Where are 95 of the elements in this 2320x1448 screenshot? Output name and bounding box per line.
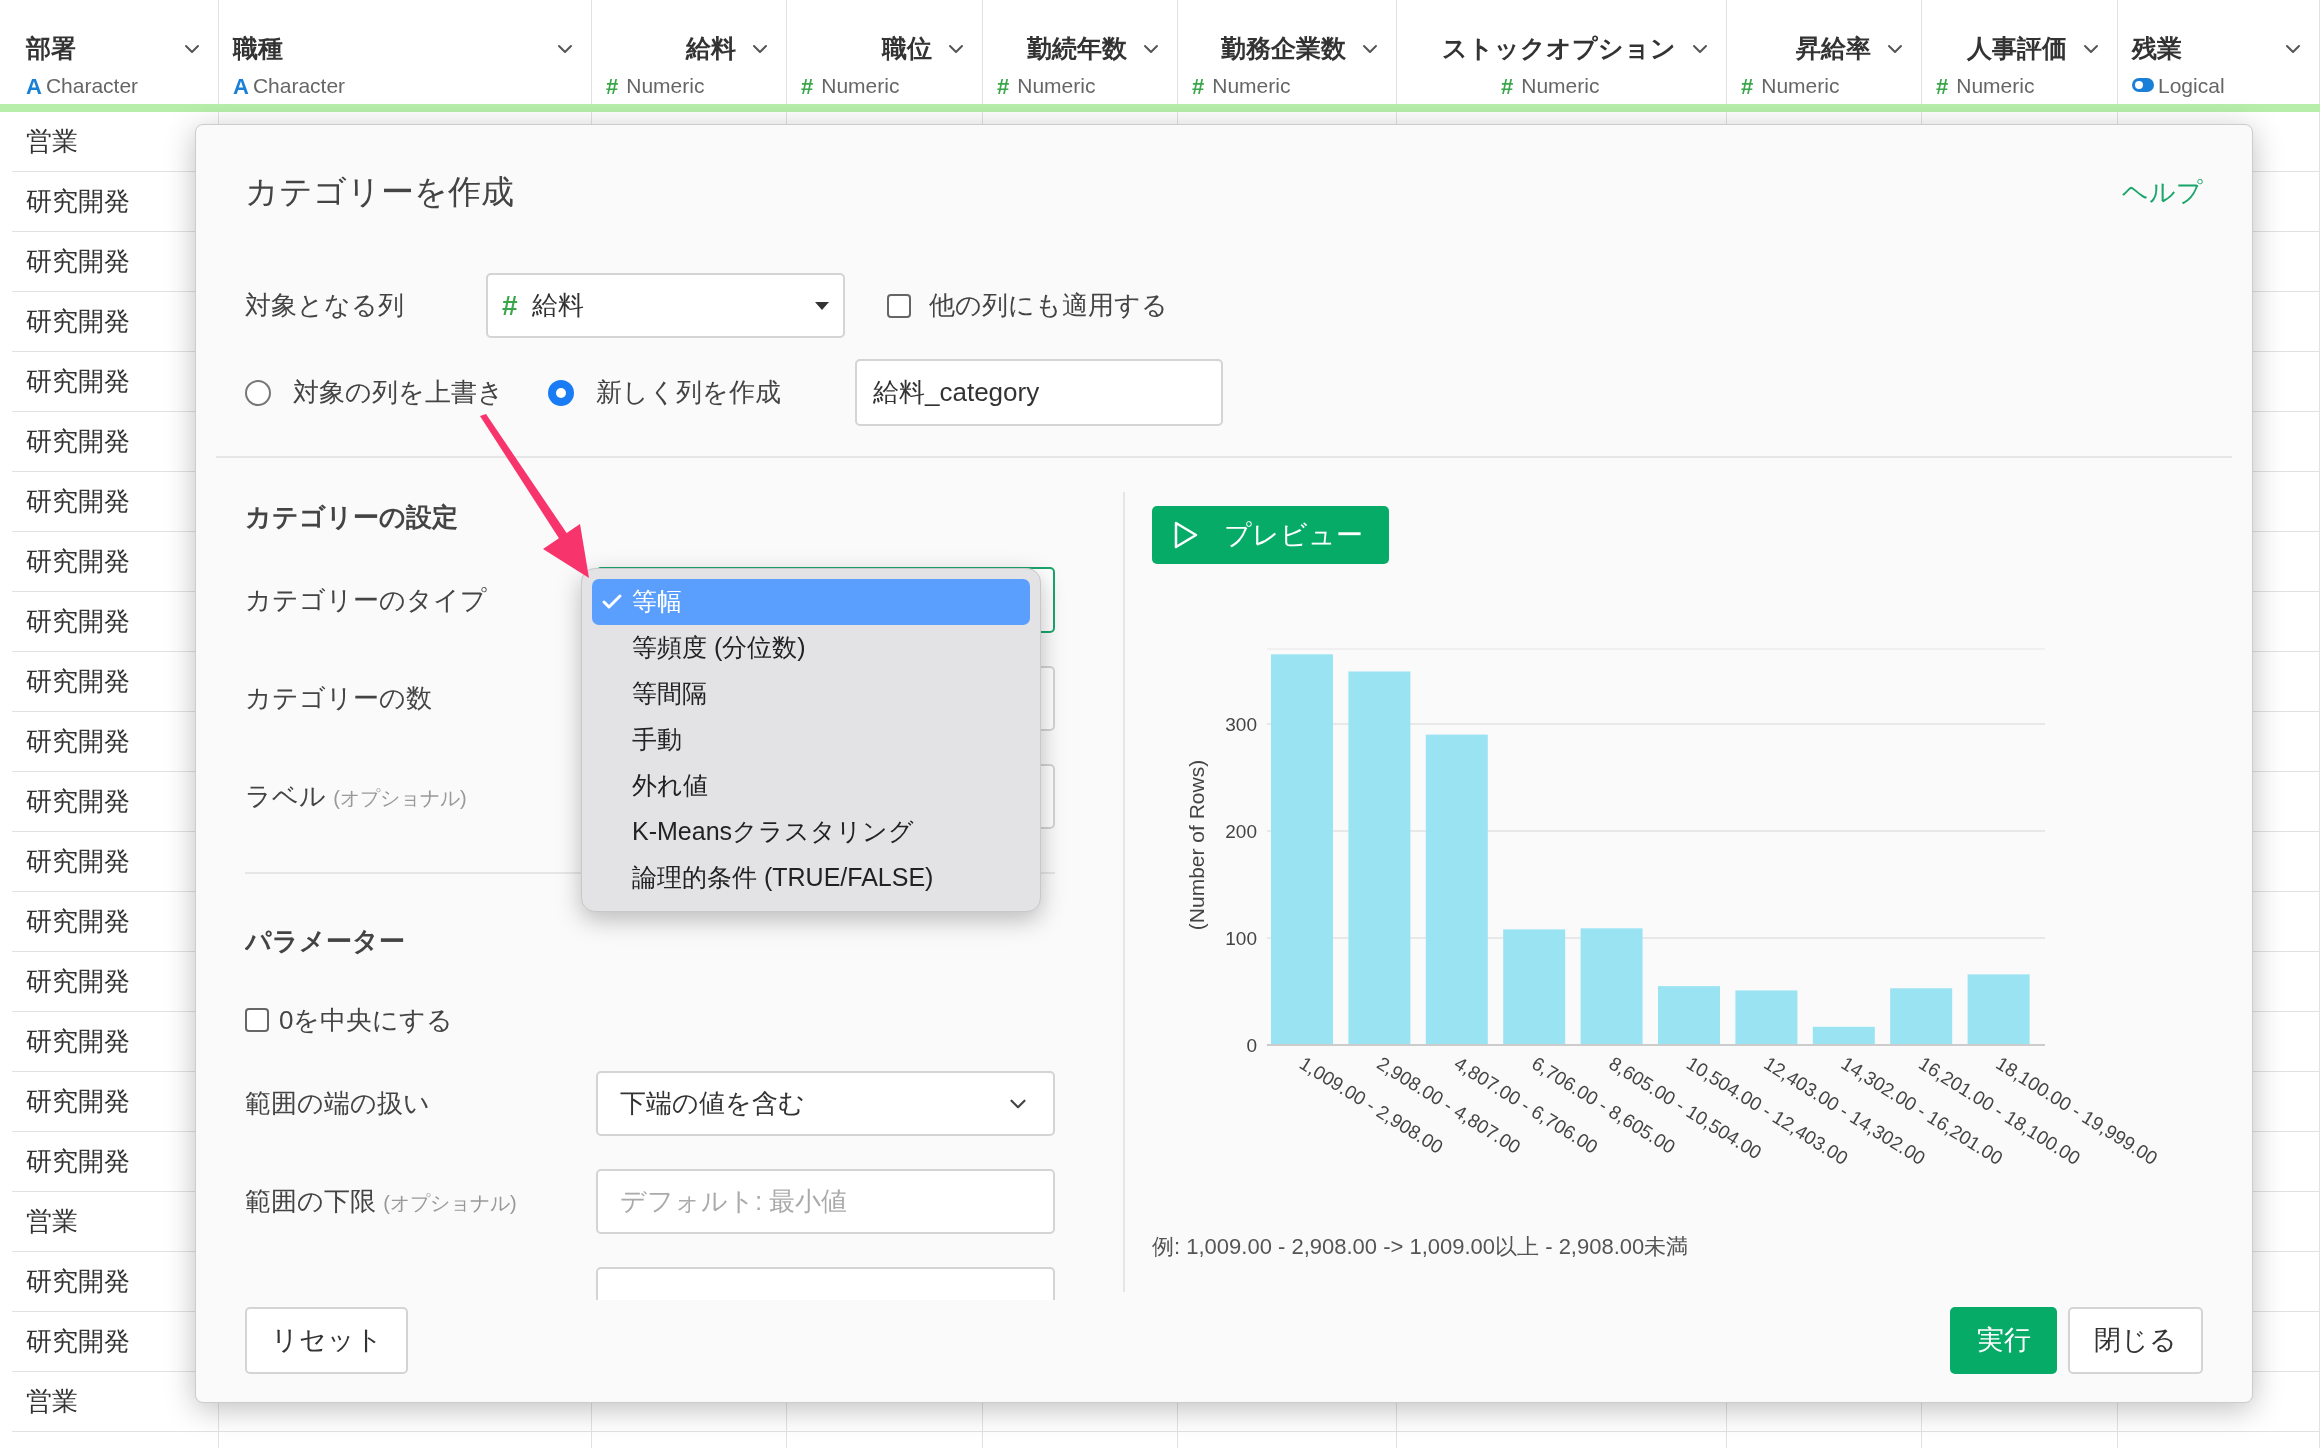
- column-type: Logical: [2158, 72, 2225, 99]
- number-type-icon: #: [606, 69, 619, 103]
- table-cell-text: 研究開発: [26, 905, 130, 938]
- menu-item[interactable]: 外れ値: [592, 763, 1030, 809]
- table-cell-text: 研究開発: [26, 1145, 130, 1178]
- column-name: 人事評価: [1966, 33, 2068, 64]
- radio-button[interactable]: [548, 379, 574, 406]
- table-cell-text: 研究開発: [26, 365, 130, 398]
- column-name: 昇給率: [1795, 33, 1872, 64]
- menu-item[interactable]: 等頻度 (分位数): [592, 625, 1030, 671]
- dialog-title: カテゴリーを作成: [245, 172, 514, 213]
- tick-label: 200: [1225, 820, 1257, 842]
- table-cell-text: 研究開発: [26, 605, 130, 638]
- section-heading: カテゴリーの設定: [245, 501, 459, 534]
- table-cell-text: 研究開発: [26, 1025, 130, 1058]
- field-label: 対象となる列: [245, 289, 405, 322]
- chart-bar: [1967, 974, 2030, 1045]
- text-type-icon: A: [26, 69, 42, 103]
- column-name: 勤続年数: [1026, 33, 1128, 64]
- checkbox-label: 他の列にも適用する: [929, 289, 1168, 322]
- table-cell-text: 研究開発: [26, 965, 130, 998]
- edge-select[interactable]: 下端の値を含む: [596, 1071, 1055, 1136]
- select-value: 給料: [531, 289, 585, 322]
- number-type-icon: #: [1936, 69, 1949, 103]
- lower-bound-field[interactable]: デフォルト: 最小値: [596, 1168, 1055, 1234]
- menu-item[interactable]: K-Meansクラスタリング: [592, 809, 1030, 855]
- number-type-icon: #: [502, 284, 518, 327]
- field-label: 範囲の下限 (オプショナル): [245, 1184, 518, 1218]
- column-type: Numeric: [626, 73, 705, 100]
- table-cell-text: 研究開発: [26, 845, 130, 878]
- tick-label: 300: [1225, 713, 1257, 735]
- column-type: Character: [252, 73, 346, 100]
- chart-bar: [1890, 988, 1953, 1045]
- column-type: Numeric: [1521, 73, 1600, 100]
- radio-label: 対象の列を上書き: [293, 376, 504, 409]
- field-label: カテゴリーの数: [245, 682, 433, 715]
- table-cell-text: 営業: [26, 1205, 78, 1238]
- tick-label: 100: [1225, 927, 1257, 949]
- close-button[interactable]: 閉じる: [2068, 1307, 2203, 1374]
- select-value: 下端の値を含む: [620, 1087, 805, 1120]
- field-label: カテゴリーのタイプ: [245, 583, 488, 617]
- table-cell-text: 研究開発: [26, 305, 130, 338]
- menu-item[interactable]: 論理的条件 (TRUE/FALSE): [592, 855, 1030, 901]
- axis-label: (Number of Rows): [1185, 759, 1208, 931]
- menu-item[interactable]: 等間隔: [592, 671, 1030, 717]
- text-type-icon: A: [233, 69, 249, 103]
- table-cell-text: 研究開発: [26, 725, 130, 758]
- example-note: 例: 1,009.00 - 2,908.00 -> 1,009.00以上 - 2,908.00未満: [1152, 1233, 1690, 1261]
- table-cell-text: 研究開発: [26, 1085, 130, 1118]
- column-type: Numeric: [1212, 73, 1291, 100]
- number-type-icon: #: [997, 69, 1010, 103]
- column-name: 部署: [26, 33, 77, 64]
- number-type-icon: #: [1192, 69, 1205, 103]
- number-type-icon: #: [1741, 69, 1754, 103]
- column-type: Numeric: [821, 73, 900, 100]
- table-cell-text: 研究開発: [26, 485, 130, 518]
- table-cell-text: 営業: [26, 125, 78, 158]
- table-cell-text: 研究開発: [26, 665, 130, 698]
- column-type: Numeric: [1017, 73, 1096, 100]
- field-label: ラベル (オプショナル): [245, 780, 468, 813]
- column-type: Character: [45, 73, 139, 100]
- column-name-field[interactable]: 給料_category: [855, 359, 1223, 426]
- column-name: 給料: [684, 33, 737, 64]
- number-type-icon: #: [1501, 69, 1514, 103]
- field-label: 範囲の端の扱い: [245, 1087, 431, 1120]
- table-cell-text: 研究開発: [26, 1265, 130, 1298]
- table-cell-text: 研究開発: [26, 185, 130, 218]
- table-cell-text: 営業: [26, 1385, 78, 1418]
- toggle-icon: [2132, 78, 2154, 93]
- checkbox-label: 0を中央にする: [279, 1003, 454, 1037]
- table-cell-text: 研究開発: [26, 425, 130, 458]
- table-cell-text: 研究開発: [26, 1325, 130, 1358]
- table-cell-text: 研究開発: [26, 785, 130, 818]
- checkbox[interactable]: [887, 293, 911, 318]
- column-name: 勤務企業数: [1220, 33, 1347, 64]
- radio-button[interactable]: [245, 379, 271, 406]
- menu-item[interactable]: 手動: [592, 717, 1030, 763]
- play-icon: [1174, 521, 1198, 549]
- reset-button[interactable]: リセット: [245, 1307, 408, 1374]
- column-type: Numeric: [1956, 73, 2035, 100]
- tick-label: 0: [1246, 1035, 1257, 1056]
- column-name: 職位: [880, 33, 933, 64]
- number-type-icon: #: [801, 69, 814, 103]
- table-cell-text: 研究開発: [26, 245, 130, 278]
- table-cell-text: 研究開発: [26, 545, 130, 578]
- column-name: ストックオプション: [1441, 33, 1677, 64]
- column-name: 残業: [2132, 33, 2183, 64]
- chart-bar: [1658, 986, 1720, 1045]
- column-select[interactable]: # 給料: [486, 273, 845, 338]
- chart-bar: [1735, 990, 1798, 1045]
- checkbox[interactable]: [245, 1008, 269, 1032]
- caret-icon: [815, 301, 829, 310]
- column-name: 職種: [233, 33, 284, 64]
- radio-label: 新しく列を作成: [596, 376, 781, 409]
- column-type: Numeric: [1761, 73, 1840, 100]
